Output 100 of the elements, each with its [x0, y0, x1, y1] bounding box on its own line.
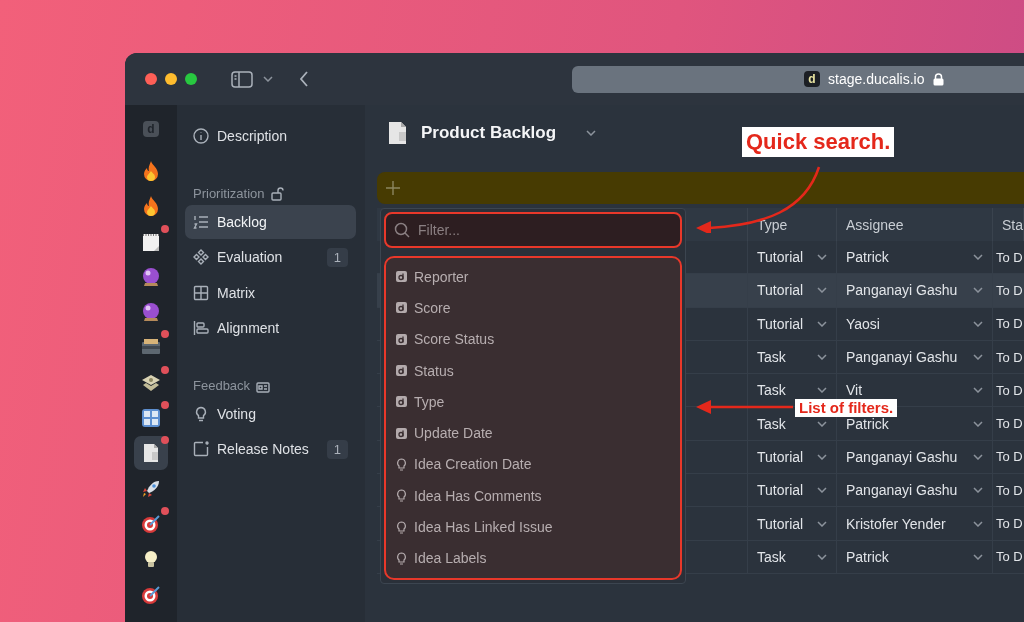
document-icon — [387, 121, 409, 145]
count-badge: 1 — [326, 439, 348, 459]
page-title: Product Backlog — [421, 123, 557, 143]
filter-option[interactable]: Type — [396, 386, 670, 418]
column-header[interactable]: Sta — [993, 208, 1024, 241]
close-button[interactable] — [145, 73, 157, 85]
filter-option[interactable]: Score — [396, 292, 670, 324]
assignee-select[interactable]: Panganayi Gashu — [837, 274, 993, 308]
plus-icon — [386, 181, 400, 195]
align-left-icon — [193, 320, 209, 336]
app-logo-icon — [396, 365, 407, 377]
type-select[interactable]: Task — [748, 540, 837, 574]
assignee-select[interactable]: Kristofer Yender — [837, 507, 993, 541]
chevron-down-icon — [817, 354, 827, 361]
lightbulb-icon — [396, 457, 407, 471]
assignee-select[interactable]: Patrick — [837, 241, 993, 275]
crystal-ball-icon — [140, 301, 162, 324]
chevron-down-icon — [973, 354, 983, 361]
app-logo-icon — [396, 302, 407, 314]
app-logo-icon — [396, 427, 407, 439]
crystal-ball-icon — [140, 265, 162, 288]
column-header[interactable]: Assignee — [837, 208, 993, 241]
section-heading: Prioritization — [193, 185, 265, 201]
filter-option[interactable]: Idea Has Linked Issue — [396, 511, 670, 543]
chevron-down-icon — [817, 254, 827, 261]
filter-option[interactable]: Score Status — [396, 323, 670, 355]
assignee-select[interactable]: Patrick — [837, 540, 993, 574]
chevron-down-icon — [973, 320, 983, 327]
app-logo-icon — [396, 396, 407, 408]
chevron-down-icon — [817, 453, 827, 460]
app-logo-icon — [396, 333, 407, 345]
filter-search-field[interactable]: Filter... — [384, 212, 682, 248]
annotation-tooltip: List of filters. — [795, 399, 898, 417]
sidebar-toggle-icon[interactable] — [231, 70, 253, 88]
url-text: stage.ducalis.io — [828, 71, 925, 87]
type-select[interactable]: Tutorial — [748, 241, 837, 275]
dropdown-chevron-icon — [586, 130, 597, 136]
back-icon[interactable] — [299, 71, 309, 87]
target-icon — [140, 583, 162, 606]
filter-option[interactable]: Status — [396, 354, 670, 387]
target-icon — [140, 512, 162, 535]
column-header[interactable]: Type — [748, 208, 837, 241]
lock-icon — [932, 72, 944, 86]
nav-item[interactable]: Voting — [185, 396, 356, 431]
site-favicon: d — [804, 71, 820, 87]
type-select[interactable]: Tutorial — [748, 507, 837, 541]
address-bar[interactable]: d stage.ducalis.io — [572, 65, 1024, 93]
assignee-select[interactable]: Panganayi Gashu — [837, 440, 993, 475]
assignee-select[interactable]: Panganayi Gashu — [837, 474, 993, 508]
nav-item[interactable]: Matrix — [185, 275, 356, 310]
filter-option[interactable]: Idea Creation Date — [396, 448, 670, 481]
chevron-down-icon — [973, 487, 983, 494]
chevron-down-icon — [817, 287, 827, 294]
chevron-down-icon — [973, 287, 983, 294]
assignee-select[interactable]: Yaosi — [837, 307, 993, 341]
workspace-item[interactable] — [134, 436, 168, 471]
app-logo-icon — [396, 271, 407, 283]
type-select[interactable]: Task — [748, 340, 837, 375]
numbered-list-icon — [193, 213, 209, 230]
search-icon — [394, 222, 410, 238]
chevron-down-icon — [973, 520, 983, 527]
number-keys-icon — [140, 407, 162, 430]
nav-item[interactable]: Alignment — [185, 311, 356, 345]
lightbulb-icon — [396, 520, 407, 534]
type-select[interactable]: Tutorial — [748, 307, 837, 341]
nav-item[interactable]: Release Notes 1 — [185, 432, 356, 466]
filter-option[interactable]: Idea Has Comments — [396, 480, 670, 512]
nav-item[interactable]: Backlog — [185, 204, 356, 239]
count-badge: 1 — [326, 247, 348, 267]
filter-option[interactable]: Reporter — [396, 261, 670, 293]
lightbulb-icon — [396, 551, 407, 565]
chevron-down-icon — [263, 76, 273, 82]
table-cell: To D — [993, 274, 1024, 308]
section-heading: Feedback — [193, 377, 251, 393]
grid-icon — [193, 284, 209, 301]
chevron-down-icon — [817, 487, 827, 494]
unlocked-icon — [270, 186, 284, 201]
type-select[interactable]: Tutorial — [748, 440, 837, 475]
chevron-down-icon — [817, 553, 827, 560]
chevron-down-icon — [973, 420, 983, 427]
lightbulb-icon — [193, 405, 209, 422]
minimize-button[interactable] — [165, 73, 177, 85]
chevron-down-icon — [817, 320, 827, 327]
filter-option[interactable]: Idea Labels — [396, 542, 670, 574]
info-icon — [193, 128, 209, 144]
diamonds-icon — [193, 249, 209, 265]
chevron-down-icon — [973, 387, 983, 394]
chevron-down-icon — [973, 254, 983, 261]
type-select[interactable]: Tutorial — [748, 474, 837, 508]
chevron-down-icon — [973, 453, 983, 460]
maximize-button[interactable] — [185, 73, 197, 85]
assignee-select[interactable]: Panganayi Gashu — [837, 340, 993, 375]
filter-option[interactable]: Update Date — [396, 417, 670, 449]
nav-item[interactable]: Evaluation 1 — [185, 240, 356, 274]
nav-item[interactable]: Description — [185, 119, 356, 153]
chevron-down-icon — [817, 387, 827, 394]
chevron-down-icon — [817, 520, 827, 527]
chevron-down-icon — [973, 553, 983, 560]
annotation-tooltip: Quick search. — [742, 127, 895, 157]
type-select[interactable]: Tutorial — [748, 274, 837, 308]
